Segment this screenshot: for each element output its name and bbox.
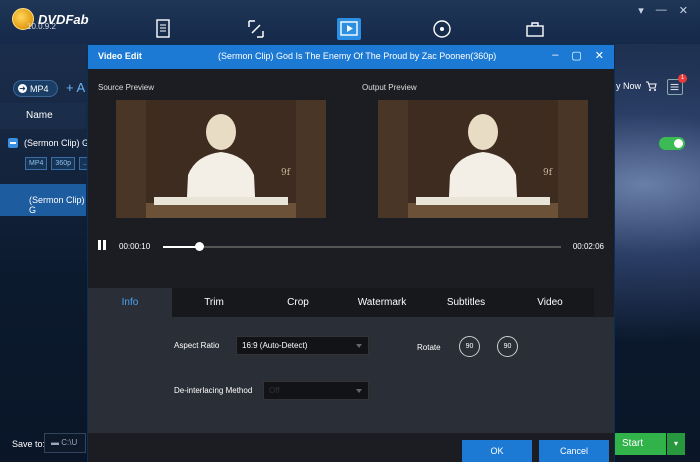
source-preview-frame: 9f [116,100,326,218]
profile-button[interactable]: ➜ MP4 [13,80,58,97]
minimize-icon[interactable]: – [552,49,558,62]
rotate-label: Rotate [417,343,441,352]
tab-crop[interactable]: Crop [256,288,340,317]
start-dropdown-icon[interactable]: ▾ [667,433,685,455]
creator-module-icon[interactable] [430,18,454,40]
dialog-window-controls: – ▢ ✕ [552,49,604,62]
window-controls: ▾ — ✕ [638,4,688,17]
save-path-value: C:\U [61,438,78,447]
item-checkbox[interactable] [8,138,18,148]
toggle-switch[interactable] [659,137,685,150]
deinterlace-select[interactable]: Off [263,381,369,400]
save-to-label: Save to: [12,439,46,449]
rotate-left-button[interactable]: 90 [459,336,480,357]
tab-subtitles[interactable]: Subtitles [424,288,508,317]
close-icon[interactable]: ✕ [679,4,688,17]
chevron-down-icon [356,389,362,393]
close-icon[interactable]: ✕ [595,49,604,62]
current-time: 00:00:10 [119,242,151,251]
svg-text:9f: 9f [281,168,291,178]
ok-button[interactable]: OK [462,440,532,462]
buy-now-link[interactable]: y Now [616,81,641,91]
ripper-module-icon[interactable] [244,18,268,40]
edit-tabs: Info Trim Crop Watermark Subtitles Video [88,288,594,317]
resolution-tag[interactable]: 360p [51,157,75,170]
name-column-header: Name [0,103,86,129]
cart-icon[interactable] [645,80,657,92]
video-edit-dialog: Video Edit (Sermon Clip) God Is The Enem… [87,44,615,462]
output-preview-frame: 9f [378,100,588,218]
speaker-image: 9f [116,100,326,218]
aspect-ratio-label: Aspect Ratio [174,341,220,350]
save-path-field[interactable]: ▬ C:\U [44,433,86,453]
dropdown-icon[interactable]: ▾ [638,4,644,17]
tab-trim[interactable]: Trim [172,288,256,317]
arrow-right-icon: ➜ [18,84,27,93]
top-bar: DVDFab 10.0.9.2 ▾ — ✕ [0,0,700,44]
file-title: (Sermon Clip) God Is The Enemy Of The Pr… [218,51,497,61]
maximize-icon[interactable]: ▢ [571,49,581,62]
aspect-ratio-select[interactable]: 16:9 (Auto-Detect) [236,336,369,355]
rotate-right-button[interactable]: 90 [497,336,518,357]
dialog-title-bar: Video Edit (Sermon Clip) God Is The Enem… [88,45,614,69]
converter-module-icon[interactable] [337,18,361,40]
item-title: (Sermon Clip) G [24,138,90,148]
copy-module-icon[interactable] [151,18,175,40]
format-tag[interactable]: MP4 [25,157,48,170]
cancel-button[interactable]: Cancel [539,440,609,462]
notification-badge: 1 [678,74,687,83]
tab-video[interactable]: Video [508,288,592,317]
deinterlace-value: Off [269,386,280,395]
add-button[interactable]: + A [66,80,85,95]
svg-text:9f: 9f [543,168,553,178]
toolbox-module-icon[interactable] [523,18,547,40]
dialog-title: Video Edit [98,51,142,61]
seek-progress [163,246,199,248]
playback-controls: 00:00:10 00:02:06 [88,235,614,257]
total-time: 00:02:06 [572,242,604,251]
info-panel: Aspect Ratio 16:9 (Auto-Detect) De-inter… [88,317,614,433]
dialog-footer: OK Cancel [88,433,614,462]
list-item-selected[interactable]: (Sermon Clip) G [0,184,86,216]
folder-icon[interactable]: ▬ [51,438,61,447]
output-preview-label: Output Preview [362,83,417,92]
version-label: 10.0.9.2 [27,22,56,31]
tab-watermark[interactable]: Watermark [340,288,424,317]
minimize-icon[interactable]: — [656,4,667,17]
seek-handle[interactable] [195,242,204,251]
item-tags: MP4 360p ... [25,157,93,170]
profile-label: MP4 [30,83,49,94]
list-item[interactable]: (Sermon Clip) G [8,138,89,148]
source-preview-label: Source Preview [98,83,155,92]
rotate-right-value: 90 [503,343,512,350]
pause-icon[interactable] [98,240,108,251]
tab-info[interactable]: Info [88,288,172,317]
chevron-down-icon [356,344,362,348]
deinterlace-label: De-interlacing Method [174,386,253,395]
rotate-left-value: 90 [465,343,474,350]
aspect-ratio-value: 16:9 (Auto-Detect) [242,341,308,350]
speaker-image: 9f [378,100,588,218]
seek-bar[interactable] [163,242,561,251]
start-button[interactable]: Start [614,433,666,455]
